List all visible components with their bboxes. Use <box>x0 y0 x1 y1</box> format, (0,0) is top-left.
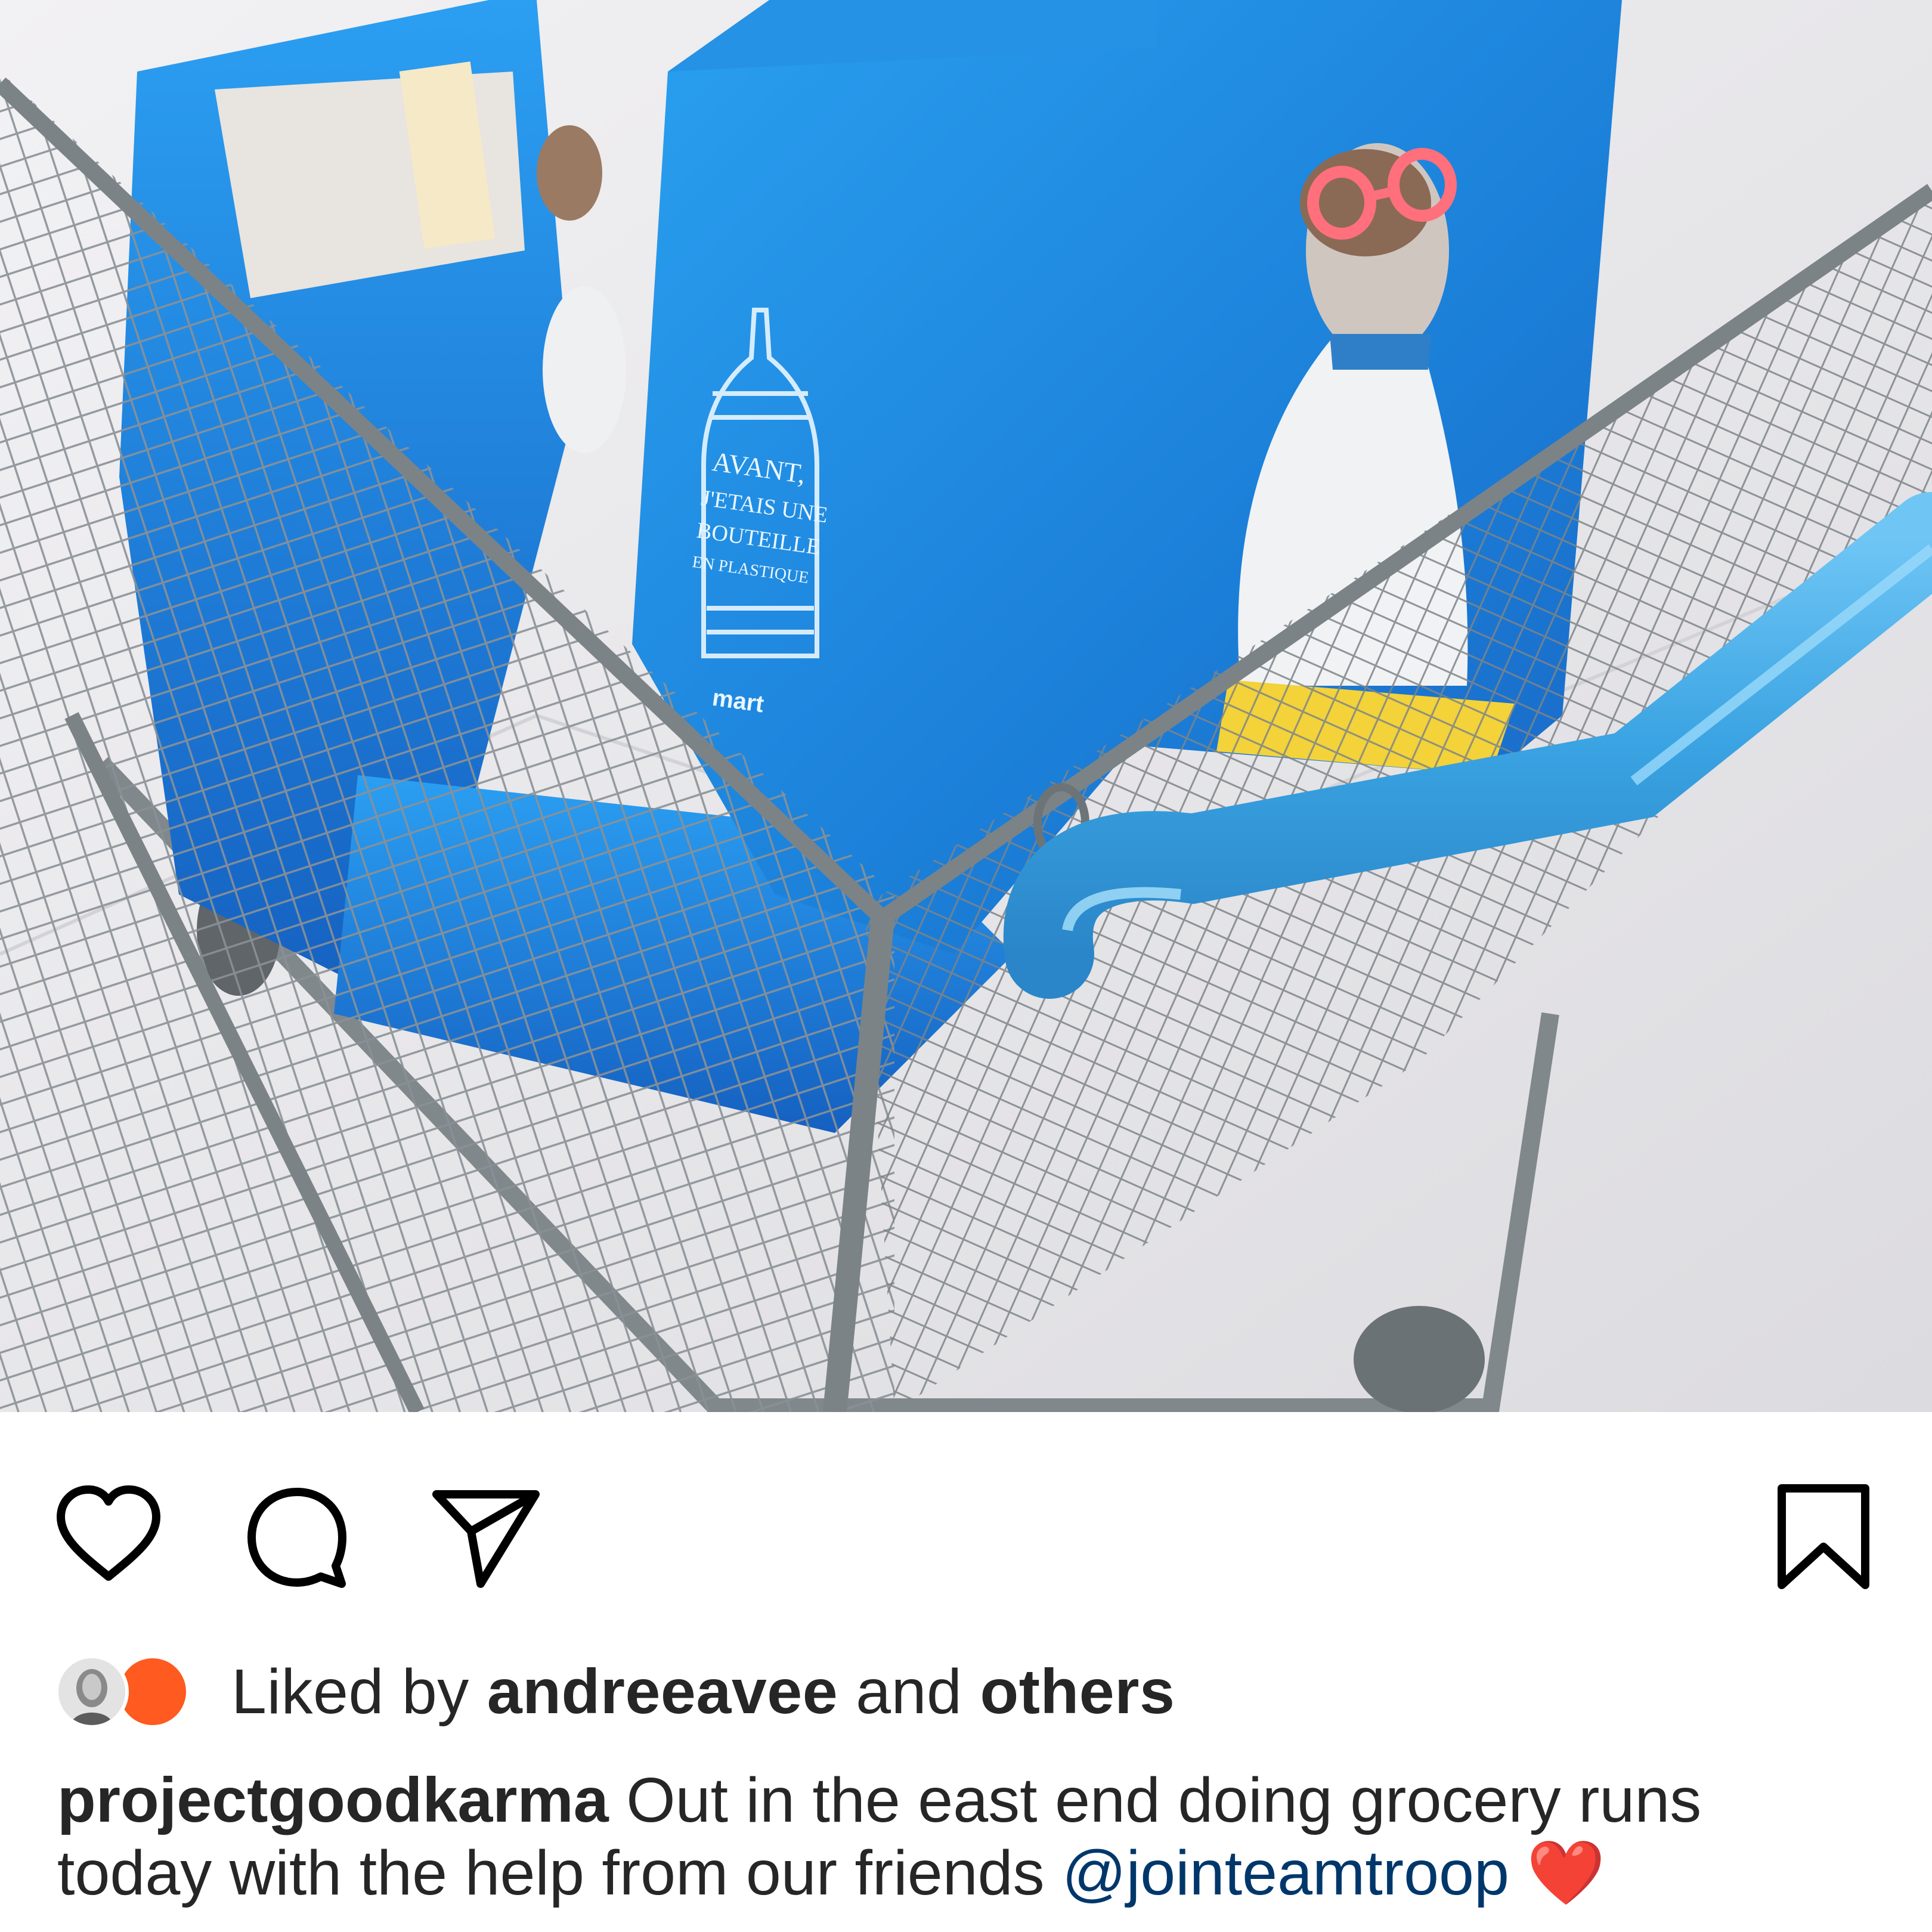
caption-username[interactable]: projectgoodkarma <box>57 1765 609 1835</box>
share-button[interactable] <box>426 1476 545 1596</box>
caption-mention[interactable]: @jointeamtroop <box>1062 1838 1509 1908</box>
paper-plane-icon <box>432 1490 540 1588</box>
like-button[interactable] <box>49 1476 168 1596</box>
shopping-cart-photo: AVANT, J'ETAIS UNE BOUTEILLE EN PLASTIQU… <box>0 0 1932 1412</box>
bookmark-icon <box>1778 1484 1869 1589</box>
likes-summary[interactable]: Liked by andreeavee and others <box>55 1647 1175 1736</box>
comment-icon <box>247 1488 346 1588</box>
caption-text-line2: today with the help from our friends <box>57 1838 1063 1908</box>
post-caption: projectgoodkarma Out in the east end doi… <box>57 1764 1882 1909</box>
liked-by-middle: and <box>838 1656 980 1727</box>
liked-by-others[interactable]: others <box>980 1657 1175 1727</box>
heart-icon <box>57 1485 160 1581</box>
liked-by-prefix: Liked by <box>231 1656 487 1727</box>
heart-emoji: ❤️ <box>1509 1838 1606 1908</box>
save-button[interactable] <box>1764 1476 1883 1596</box>
liked-by-text: Liked by andreeavee and others <box>231 1656 1175 1728</box>
avatar <box>55 1655 129 1729</box>
instagram-post: AVANT, J'ETAIS UNE BOUTEILLE EN PLASTIQU… <box>0 0 1932 1932</box>
post-photo[interactable]: AVANT, J'ETAIS UNE BOUTEILLE EN PLASTIQU… <box>0 0 1932 1412</box>
liker-username[interactable]: andreeavee <box>487 1657 838 1727</box>
comment-button[interactable] <box>237 1476 357 1596</box>
liker-avatars <box>55 1647 210 1736</box>
caption-text-line1: Out in the east end doing grocery runs <box>608 1765 1702 1835</box>
